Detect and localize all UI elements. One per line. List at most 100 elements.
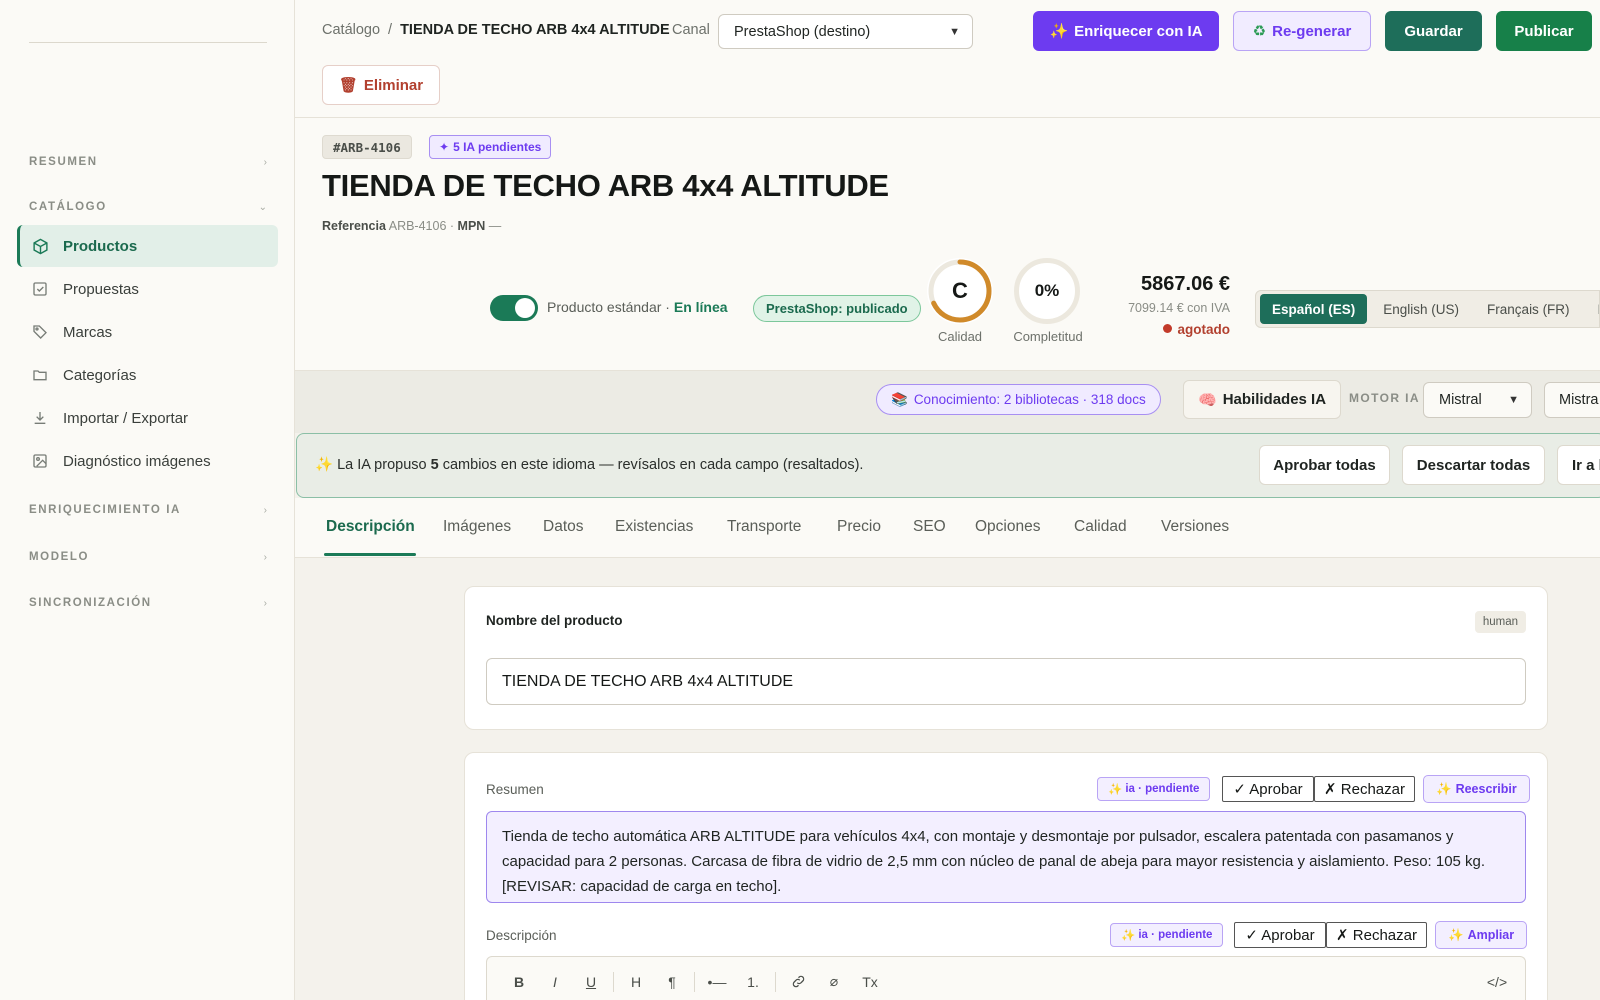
completeness-ring[interactable]: 0% bbox=[1014, 258, 1080, 324]
description-reject-button[interactable]: ✗ Rechazar bbox=[1326, 922, 1427, 948]
trash-icon: 🗑 bbox=[338, 77, 358, 94]
description-ai-status: ✨ ia · pendiente bbox=[1110, 923, 1224, 947]
sidebar-section-resumen[interactable]: RESUMEN › bbox=[29, 154, 267, 170]
summary-ai-status: ✨ ia · pendiente bbox=[1097, 777, 1211, 801]
product-name-label: Nombre del producto bbox=[486, 613, 623, 628]
product-type-status: Producto estándar · En línea bbox=[547, 299, 728, 315]
tab-opciones[interactable]: Opciones bbox=[975, 518, 1040, 536]
motor-label: MOTOR IA bbox=[1349, 391, 1420, 405]
tab-transporte[interactable]: Transporte bbox=[727, 518, 801, 536]
expand-button[interactable]: ✨ Ampliar bbox=[1435, 921, 1528, 949]
save-button[interactable]: Guardar bbox=[1385, 11, 1482, 51]
goto-button[interactable]: Ir a l bbox=[1557, 445, 1600, 485]
lang-es[interactable]: Español (ES) bbox=[1260, 294, 1368, 324]
delete-button[interactable]: 🗑 Eliminar bbox=[322, 65, 440, 105]
breadcrumb-root[interactable]: Catálogo bbox=[322, 22, 380, 38]
sidebar-section-enriquecimiento[interactable]: ENRIQUECIMIENTO IA › bbox=[29, 502, 267, 518]
italic-button[interactable]: I bbox=[537, 967, 573, 997]
ordered-list-button[interactable]: 1. bbox=[735, 967, 771, 997]
heading-button[interactable]: H bbox=[618, 967, 654, 997]
unlink-icon[interactable]: ⌀ bbox=[816, 967, 852, 997]
enrich-ai-button[interactable]: ✨ Enriquecer con IA bbox=[1033, 11, 1219, 51]
tab-imagenes[interactable]: Imágenes bbox=[443, 518, 511, 536]
sparkles-icon: ✨ bbox=[315, 457, 334, 473]
summary-textarea[interactable]: Tienda de techo automática ARB ALTITUDE … bbox=[486, 811, 1526, 903]
tab-precio[interactable]: Precio bbox=[837, 518, 881, 536]
sidebar: RESUMEN › CATÁLOGO ⌄ Productos Propuestas … bbox=[0, 0, 295, 1000]
publish-button[interactable]: Publicar bbox=[1496, 11, 1592, 51]
tab-datos[interactable]: Datos bbox=[543, 518, 584, 536]
chevron-right-icon: › bbox=[263, 551, 267, 563]
summary-approve-button[interactable]: ✓ Aprobar bbox=[1222, 776, 1314, 802]
sidebar-item-propuestas[interactable]: Propuestas bbox=[17, 268, 278, 310]
product-tabs: Descripción Imágenes Datos Existencias T… bbox=[295, 498, 1600, 558]
box-icon bbox=[31, 237, 49, 255]
product-name-input[interactable]: TIENDA DE TECHO ARB 4x4 ALTITUDE bbox=[486, 658, 1526, 705]
channel-status-badge: PrestaShop: publicado bbox=[753, 295, 921, 322]
canal-label: Canal bbox=[672, 22, 710, 38]
model-select[interactable]: Mistra bbox=[1544, 382, 1600, 418]
breadcrumb-current: TIENDA DE TECHO ARB 4x4 ALTITUDE bbox=[400, 22, 670, 38]
breadcrumb: Catálogo / TIENDA DE TECHO ARB 4x4 ALTIT… bbox=[322, 22, 670, 38]
sidebar-item-diagnostico-imagenes[interactable]: Diagnóstico imágenes bbox=[17, 440, 278, 482]
ai-pending-badge[interactable]: ✦ 5 IA pendientes bbox=[429, 135, 552, 159]
sidebar-section-modelo[interactable]: MODELO › bbox=[29, 549, 267, 565]
description-label: Descripción bbox=[486, 928, 557, 943]
tab-existencias[interactable]: Existencias bbox=[615, 518, 693, 536]
sku-badge: #ARB-4106 bbox=[322, 135, 412, 159]
clear-format-button[interactable]: Tx bbox=[852, 967, 888, 997]
lang-pt[interactable]: Por bbox=[1586, 294, 1599, 324]
sidebar-item-marcas[interactable]: Marcas bbox=[17, 311, 278, 353]
rewrite-button[interactable]: ✨ Reescribir bbox=[1423, 775, 1530, 803]
books-icon: 📚 bbox=[891, 391, 908, 407]
online-toggle[interactable] bbox=[490, 295, 538, 321]
sparkles-icon: ✨ bbox=[1049, 23, 1069, 40]
price: 5867.06 € bbox=[1141, 273, 1230, 295]
lang-en[interactable]: English (US) bbox=[1371, 294, 1471, 324]
bold-button[interactable]: B bbox=[501, 967, 537, 997]
canal-select[interactable]: PrestaShop (destino) ▼ bbox=[718, 14, 973, 49]
ai-skills-button[interactable]: 🧠 Habilidades IA bbox=[1183, 380, 1342, 419]
source-badge: human bbox=[1474, 611, 1526, 633]
sidebar-section-catalogo[interactable]: CATÁLOGO ⌄ bbox=[29, 199, 267, 215]
bullet-list-button[interactable]: •— bbox=[699, 967, 735, 997]
language-switcher: Español (ES) English (US) Français (FR) … bbox=[1255, 290, 1600, 328]
active-tab-indicator bbox=[324, 553, 416, 556]
sidebar-item-productos[interactable]: Productos bbox=[17, 225, 278, 267]
sparkles-icon: ✨ bbox=[1436, 781, 1452, 796]
toolbar-divider bbox=[775, 971, 776, 992]
tag-icon bbox=[31, 323, 49, 341]
tab-descripcion[interactable]: Descripción bbox=[326, 518, 415, 536]
paragraph-button[interactable]: ¶ bbox=[654, 967, 690, 997]
toolbar-divider bbox=[694, 971, 695, 992]
chevron-right-icon: › bbox=[263, 597, 267, 609]
summary-reject-button[interactable]: ✗ Rechazar bbox=[1314, 776, 1415, 802]
chevron-right-icon: › bbox=[263, 504, 267, 516]
price-with-vat: 7099.14 € con IVA bbox=[1128, 301, 1230, 315]
quality-grade: C bbox=[952, 278, 968, 303]
approve-all-button[interactable]: Aprobar todas bbox=[1259, 445, 1390, 485]
description-approve-button[interactable]: ✓ Aprobar bbox=[1234, 922, 1326, 948]
regenerate-button[interactable]: ♻ Re-generar bbox=[1233, 11, 1371, 51]
knowledge-badge[interactable]: 📚 Conocimiento: 2 bibliotecas · 318 docs bbox=[876, 384, 1161, 415]
sidebar-section-sincronizacion[interactable]: SINCRONIZACIÓN › bbox=[29, 595, 267, 611]
sparkles-icon: ✨ bbox=[1108, 784, 1123, 796]
sidebar-item-importar-exportar[interactable]: Importar / Exportar bbox=[17, 397, 278, 439]
knowledge-bar: 📚 Conocimiento: 2 bibliotecas · 318 docs … bbox=[295, 371, 1600, 433]
motor-select[interactable]: Mistral ▼ bbox=[1423, 382, 1532, 418]
ai-notice-text: ✨ La IA propuso 5 cambios en este idioma… bbox=[315, 457, 864, 473]
quality-ring[interactable]: C bbox=[927, 258, 993, 324]
underline-button[interactable]: U bbox=[573, 967, 609, 997]
tab-calidad[interactable]: Calidad bbox=[1074, 518, 1127, 536]
discard-all-button[interactable]: Descartar todas bbox=[1402, 445, 1545, 485]
tab-seo[interactable]: SEO bbox=[913, 518, 946, 536]
recycle-icon: ♻ bbox=[1252, 23, 1267, 40]
summary-description-card: Resumen ✨ ia · pendiente ✓ Aprobar ✗ Rech… bbox=[464, 752, 1548, 1000]
lang-fr[interactable]: Français (FR) bbox=[1475, 294, 1582, 324]
product-name-card: Nombre del producto human TIENDA DE TECH… bbox=[464, 586, 1548, 730]
link-icon[interactable] bbox=[780, 967, 816, 997]
completeness-label: Completitud bbox=[1013, 329, 1083, 344]
sidebar-item-categorias[interactable]: Categorías bbox=[17, 354, 278, 396]
source-code-button[interactable]: </> bbox=[1479, 967, 1515, 997]
tab-versiones[interactable]: Versiones bbox=[1161, 518, 1229, 536]
